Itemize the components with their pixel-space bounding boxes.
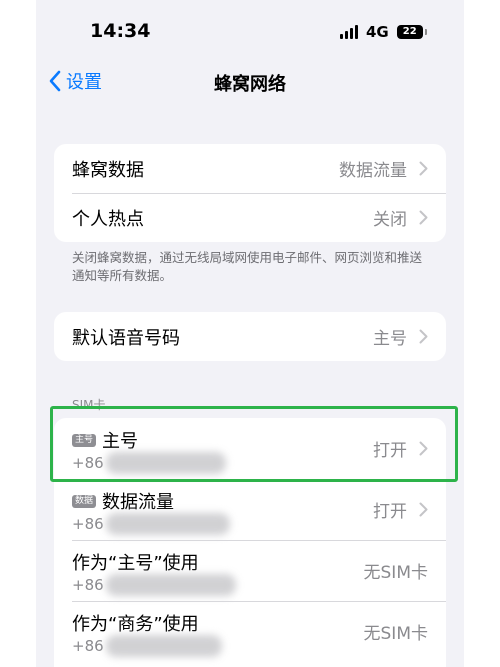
page-title: 蜂窝网络 xyxy=(214,74,286,95)
cellular-footer-note: 关闭蜂窝数据，通过无线局域网使用电子邮件、网页浏览和推送通知等所有数据。 xyxy=(72,250,423,283)
status-indicators: 4G 22 xyxy=(340,23,427,41)
row-cellular-data[interactable]: 蜂窝数据 数据流量 xyxy=(54,144,446,193)
row-personal-hotspot[interactable]: 个人热点 关闭 xyxy=(54,193,446,242)
row-value: 无SIM卡 xyxy=(363,563,428,583)
settings-screen: 14:34 4G 22 设置 蜂窝网络 蜂窝数据 数据流量 个人热点 关闭 关闭… xyxy=(36,0,464,667)
row-default-voice-line[interactable]: 默认语音号码 主号 xyxy=(54,312,446,361)
network-type: 4G xyxy=(366,23,389,41)
signal-icon xyxy=(340,25,358,39)
sim-name: 作为“主号”使用 xyxy=(72,553,199,574)
row-value: 无SIM卡 xyxy=(363,624,428,644)
chevron-right-icon xyxy=(419,329,428,344)
sim-name: 作为“商务”使用 xyxy=(72,614,199,635)
status-time: 14:34 xyxy=(90,20,151,42)
row-label: 个人热点 xyxy=(72,208,144,230)
row-label: 默认语音号码 xyxy=(72,327,180,349)
redacted-number xyxy=(106,574,236,596)
sim-number: +86 xyxy=(72,576,104,594)
battery-icon: 22 xyxy=(396,25,427,39)
row-value: 数据流量 xyxy=(339,161,407,181)
row-value: 关闭 xyxy=(373,210,407,230)
chevron-right-icon xyxy=(419,161,428,176)
sim-name: 数据流量 xyxy=(102,492,175,513)
chevron-right-icon xyxy=(419,210,428,225)
cellular-group: 蜂窝数据 数据流量 个人热点 关闭 xyxy=(54,144,446,242)
chevron-right-icon xyxy=(419,502,428,517)
sim-number: +86 xyxy=(72,515,104,533)
row-value: 打开 xyxy=(373,502,407,522)
voice-group: 默认语音号码 主号 xyxy=(54,312,446,361)
row-label: 蜂窝数据 xyxy=(72,159,144,181)
sim-badge: 数据 xyxy=(72,494,97,508)
row-value: 主号 xyxy=(373,329,407,349)
redacted-number xyxy=(106,513,230,535)
sim-row-use-as-business[interactable]: 作为“商务”使用 +86 无SIM卡 xyxy=(54,601,446,662)
sim-number: +86 xyxy=(72,637,104,655)
sim-row-data[interactable]: 数据 数据流量 +86 打开 xyxy=(54,479,446,540)
redacted-number xyxy=(106,635,222,657)
sim-row-use-as-primary[interactable]: 作为“主号”使用 +86 无SIM卡 xyxy=(54,540,446,601)
highlight-box xyxy=(50,406,458,482)
